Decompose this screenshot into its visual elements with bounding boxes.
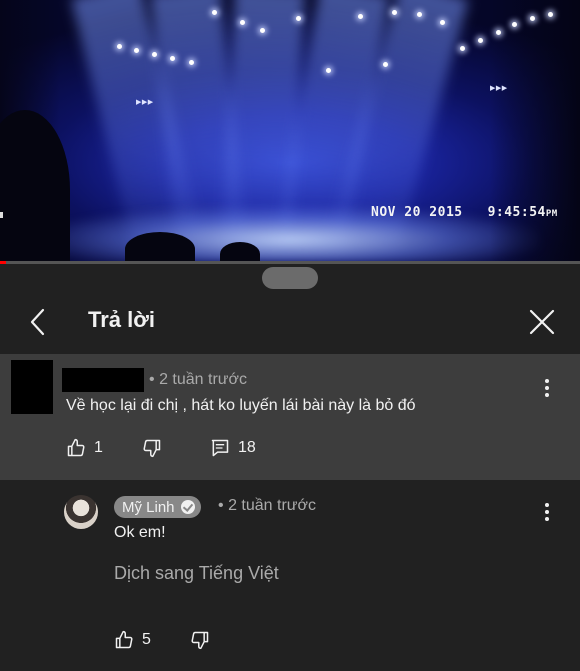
thumbs-down-icon — [143, 439, 161, 458]
overhead-light — [478, 38, 483, 43]
redacted-author-name — [62, 368, 144, 392]
overhead-light — [417, 12, 422, 17]
overhead-light — [170, 56, 175, 61]
stage-screen-logo: ▶▶▶ — [490, 85, 508, 92]
panel-header: Trả lời — [0, 294, 580, 350]
meta-separator: • — [218, 497, 224, 514]
reply-dislike-button[interactable] — [190, 630, 210, 650]
drag-handle[interactable] — [262, 267, 318, 289]
audience-silhouette — [220, 242, 260, 262]
like-button[interactable]: 1 — [66, 438, 103, 458]
more-vertical-icon — [545, 503, 549, 521]
timestamp-date: NOV 20 2015 — [371, 205, 463, 220]
dislike-button[interactable] — [142, 438, 162, 458]
overhead-light — [548, 12, 553, 17]
shadow-right — [490, 0, 580, 262]
overhead-light — [460, 46, 465, 51]
overhead-light — [134, 48, 139, 53]
back-button[interactable] — [22, 306, 54, 338]
reply-time-text: 2 tuần trước — [228, 497, 316, 514]
overhead-light — [512, 22, 517, 27]
verified-icon — [180, 500, 195, 514]
stage-screen-logo: ▶▶▶ — [136, 99, 154, 106]
like-count: 1 — [94, 439, 103, 456]
redacted-avatar — [11, 360, 53, 414]
parent-comment: • 2 tuần trước Về học lại đi chị , hát k… — [0, 354, 580, 480]
reply-time: • 2 tuần trước — [218, 497, 316, 515]
overhead-light — [152, 52, 157, 57]
comment-icon — [211, 439, 229, 457]
overhead-light — [189, 60, 194, 65]
reply-like-button[interactable]: 5 — [114, 630, 151, 650]
overhead-light — [260, 28, 265, 33]
overhead-light — [296, 16, 301, 21]
overhead-light — [392, 10, 397, 15]
video-edge-mark — [0, 212, 3, 218]
overhead-light — [240, 20, 245, 25]
video-timestamp: NOV 20 2015 9:45:54PM — [371, 205, 558, 220]
reply-text: Ok em! — [114, 524, 166, 541]
more-vertical-icon — [545, 379, 549, 397]
comment-menu-button[interactable] — [537, 376, 557, 400]
timestamp-ampm: PM — [545, 209, 558, 219]
thumbs-down-icon — [191, 631, 209, 650]
comment-time-text: 2 tuần trước — [159, 371, 247, 388]
overhead-light — [496, 30, 501, 35]
reply-like-count: 5 — [142, 631, 151, 648]
overhead-light — [383, 62, 388, 67]
comment-text: Về học lại đi chị , hát ko luyến lái bài… — [66, 397, 416, 414]
reply-count: 18 — [238, 439, 256, 456]
thumbs-up-icon — [115, 630, 133, 649]
overhead-light — [212, 10, 217, 15]
reply-author-name: Mỹ Linh — [122, 498, 175, 516]
comment-time: • 2 tuần trước — [149, 371, 247, 389]
overhead-light — [358, 14, 363, 19]
thumbs-up-icon — [67, 438, 85, 457]
video-player[interactable]: ▶▶▶ ▶▶▶ NOV 20 2015 9:45:54PM — [0, 0, 580, 262]
reply-menu-button[interactable] — [537, 500, 557, 524]
panel-title: Trả lời — [88, 307, 155, 332]
overhead-light — [530, 16, 535, 21]
translate-link[interactable]: Dịch sang Tiếng Việt — [114, 563, 279, 584]
replies-button[interactable]: 18 — [210, 438, 256, 458]
avatar[interactable] — [64, 495, 98, 529]
close-icon — [529, 309, 555, 335]
chevron-left-icon — [30, 308, 45, 336]
close-button[interactable] — [526, 306, 558, 338]
overhead-light — [326, 68, 331, 73]
timestamp-time: 9:45:54 — [487, 205, 546, 220]
audience-silhouette — [125, 232, 195, 262]
meta-separator: • — [149, 371, 155, 388]
reply-author-chip[interactable]: Mỹ Linh — [114, 496, 201, 518]
overhead-light — [440, 20, 445, 25]
overhead-light — [117, 44, 122, 49]
